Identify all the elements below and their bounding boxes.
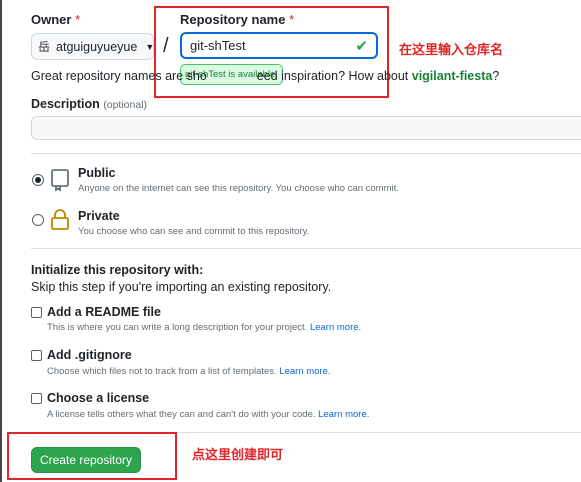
- owner-name: atguiguyueyue: [56, 39, 138, 54]
- license-learn-more-link[interactable]: Learn more.: [318, 409, 369, 420]
- caret-down-icon: ▼: [145, 41, 155, 52]
- window-left-edge: [0, 0, 2, 482]
- private-description: You choose who can see and commit to thi…: [78, 226, 310, 237]
- public-description: Anyone on the internet can see this repo…: [78, 183, 399, 194]
- lock-icon: [51, 209, 69, 230]
- license-description: A license tells others what they can and…: [47, 409, 370, 420]
- divider-middle: [31, 248, 581, 249]
- annotation-box-create: [7, 432, 177, 480]
- init-section-subtitle: Skip this step if you're importing an ex…: [31, 280, 332, 294]
- readme-description: This is where you can write a long descr…: [47, 322, 362, 333]
- public-title: Public: [78, 166, 116, 180]
- readme-checkbox[interactable]: [31, 307, 42, 318]
- annotation-create: 点这里创建即可: [192, 447, 284, 462]
- divider-top: [31, 153, 581, 154]
- repo-icon: [51, 169, 69, 192]
- description-label: Description (optional): [31, 97, 148, 111]
- annotation-box-repo-name: [154, 6, 389, 98]
- suggested-name-link[interactable]: vigilant-fiesta: [412, 69, 493, 83]
- gitignore-description: Choose which files not to track from a l…: [47, 366, 331, 377]
- license-title: Choose a license: [47, 391, 150, 405]
- annotation-repo-name: 在这里输入仓库名: [399, 42, 504, 57]
- owner-avatar: 岳: [38, 39, 51, 54]
- owner-dropdown[interactable]: 岳 atguiguyueyue ▼: [31, 33, 154, 60]
- license-checkbox[interactable]: [31, 393, 42, 404]
- readme-title: Add a README file: [47, 305, 161, 319]
- private-radio[interactable]: [32, 214, 44, 226]
- init-section-title: Initialize this repository with:: [31, 263, 204, 277]
- gitignore-learn-more-link[interactable]: Learn more.: [279, 366, 330, 377]
- gitignore-title: Add .gitignore: [47, 348, 132, 362]
- description-input[interactable]: [31, 116, 581, 140]
- gitignore-checkbox[interactable]: [31, 350, 42, 361]
- readme-learn-more-link[interactable]: Learn more.: [310, 322, 361, 333]
- public-radio[interactable]: [32, 174, 44, 186]
- owner-label: Owner *: [31, 12, 81, 27]
- repo-name-hint: Great repository names are sho eed inspir…: [31, 69, 500, 83]
- private-title: Private: [78, 209, 120, 223]
